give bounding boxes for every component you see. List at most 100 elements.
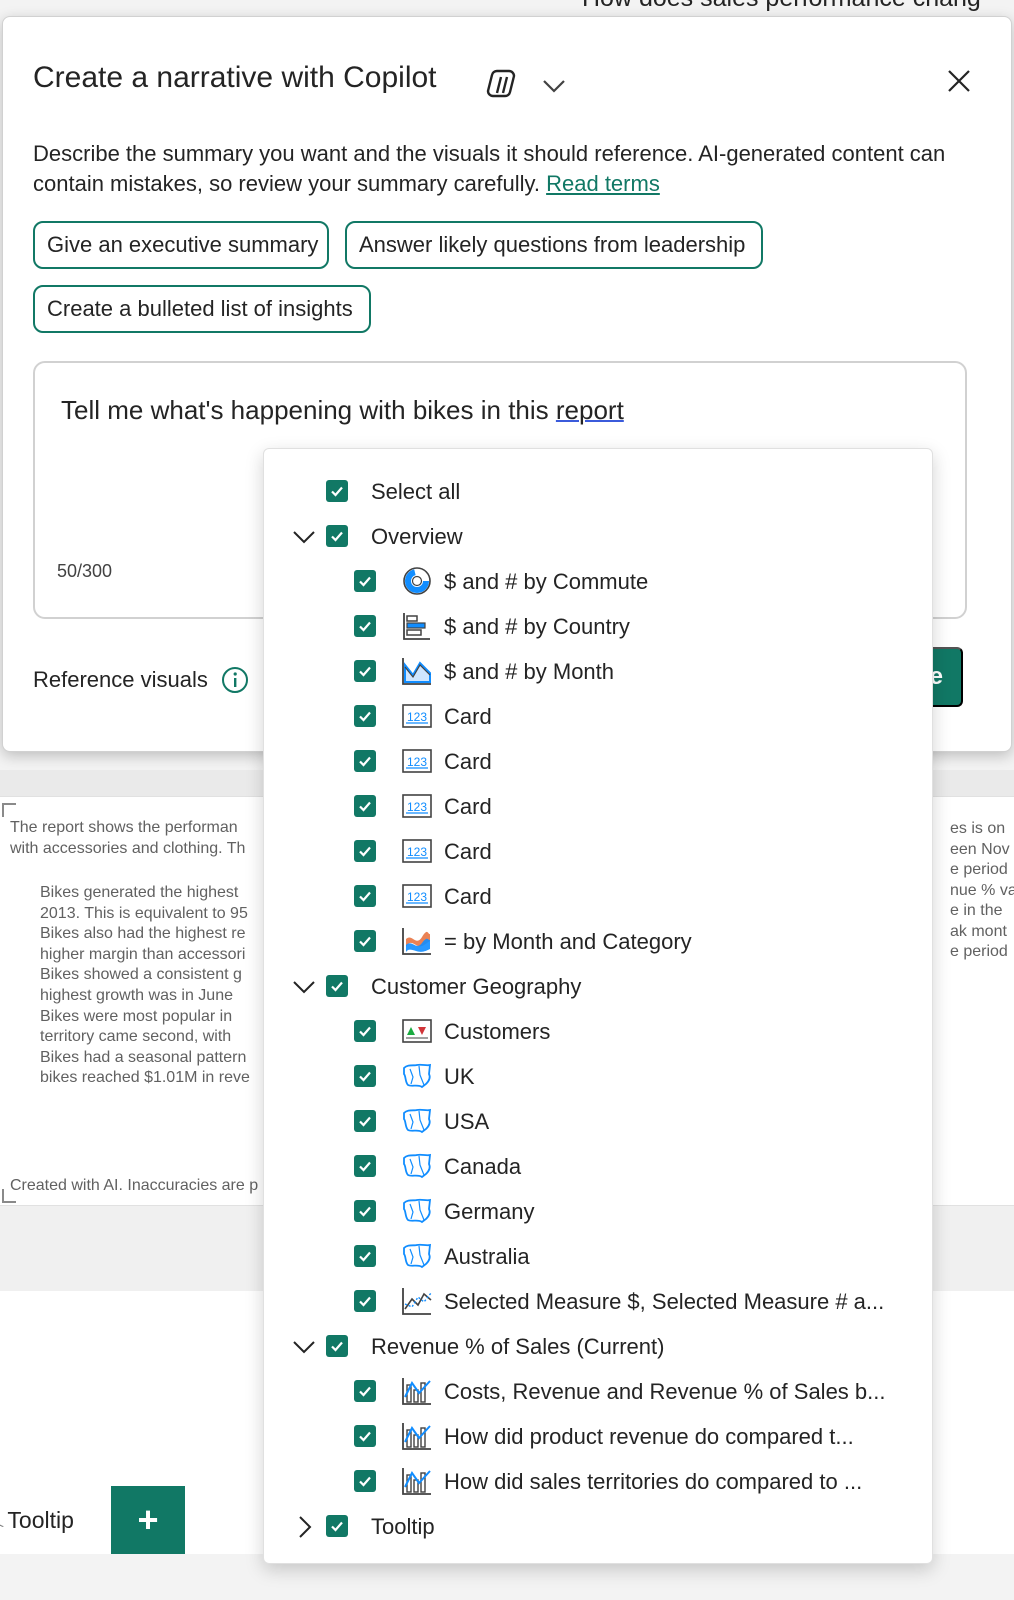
option-label: Costs, Revenue and Revenue % of Sales b.…: [444, 1379, 886, 1404]
svg-text:123: 123: [407, 800, 427, 814]
copilot-icon[interactable]: [485, 65, 523, 103]
close-button[interactable]: [941, 63, 977, 99]
ribbon-chart-icon: [400, 925, 434, 957]
visual-checkbox[interactable]: [354, 750, 376, 772]
combo-chart-icon: [400, 1465, 434, 1497]
list-item: Bikes also had the highest rehigher marg…: [40, 924, 270, 965]
close-icon: [948, 70, 970, 92]
visual-option[interactable]: $ and # by Country: [264, 606, 934, 646]
visual-option[interactable]: Costs, Revenue and Revenue % of Sales b.…: [264, 1371, 934, 1411]
visual-checkbox[interactable]: [354, 1065, 376, 1087]
option-label: Tooltip: [371, 1514, 435, 1539]
visual-option[interactable]: How did product revenue do compared t...: [264, 1416, 934, 1456]
visual-option[interactable]: 123 Card: [264, 741, 934, 781]
map-icon: [400, 1105, 434, 1137]
visual-option[interactable]: $ and # by Commute: [264, 561, 934, 601]
card-icon: 123: [400, 835, 434, 867]
group-checkbox[interactable]: [326, 1335, 348, 1357]
suggestion-bulleted-insights[interactable]: Create a bulleted list of insights: [33, 285, 371, 333]
svg-text:123: 123: [407, 710, 427, 724]
list-item: Bikes were most popular interritory came…: [40, 1007, 270, 1048]
select-all-option[interactable]: Select all: [264, 471, 934, 511]
suggestion-leadership-questions[interactable]: Answer likely questions from leadership: [345, 221, 763, 269]
summary-right-fragments: es is on een Nov e period nue % va e in …: [950, 820, 1014, 960]
visual-option[interactable]: UK: [264, 1056, 934, 1096]
reference-visuals-dropdown: Select all Overview $ and # by Commute $ an…: [263, 448, 933, 1564]
visual-option[interactable]: How did sales territories do compared to…: [264, 1461, 934, 1501]
option-label: How did product revenue do compared t...: [444, 1424, 854, 1449]
visual-checkbox[interactable]: [354, 930, 376, 952]
group-customer-geography[interactable]: Customer Geography: [264, 966, 934, 1006]
visual-option[interactable]: 123 Card: [264, 831, 934, 871]
prompt-text: Tell me what's happening with bikes in t…: [61, 395, 624, 425]
tab-tooltip[interactable]: ◟ Tooltip: [0, 1500, 74, 1540]
option-label: Australia: [444, 1244, 530, 1269]
option-label: Overview: [371, 524, 463, 549]
card-icon: 123: [400, 745, 434, 777]
option-label: Customers: [444, 1019, 551, 1044]
chevron-down-icon[interactable]: [292, 975, 316, 999]
visual-checkbox[interactable]: [354, 1470, 376, 1492]
visual-option[interactable]: Customers: [264, 1011, 934, 1051]
map-icon: [400, 1150, 434, 1182]
summary-bullets: Bikes generated the highest2013. This is…: [20, 883, 270, 1089]
visual-checkbox[interactable]: [354, 795, 376, 817]
chevron-down-icon[interactable]: [292, 1335, 316, 1359]
visual-checkbox[interactable]: [354, 705, 376, 727]
chevron-right-icon[interactable]: [292, 1515, 316, 1539]
option-label: Customer Geography: [371, 974, 582, 999]
group-tooltip[interactable]: Tooltip: [264, 1506, 934, 1546]
card-icon: 123: [400, 700, 434, 732]
visual-checkbox[interactable]: [354, 1020, 376, 1042]
visual-option[interactable]: = by Month and Category: [264, 921, 934, 961]
visual-option[interactable]: Canada: [264, 1146, 934, 1186]
visual-checkbox[interactable]: [354, 615, 376, 637]
combo-chart-icon: [400, 1375, 434, 1407]
select-all-checkbox[interactable]: [326, 480, 348, 502]
svg-text:123: 123: [407, 890, 427, 904]
read-terms-link[interactable]: Read terms: [546, 171, 660, 196]
visual-checkbox[interactable]: [354, 1245, 376, 1267]
visual-checkbox[interactable]: [354, 1155, 376, 1177]
group-checkbox[interactable]: [326, 1515, 348, 1537]
visual-checkbox[interactable]: [354, 840, 376, 862]
group-checkbox[interactable]: [326, 975, 348, 997]
visual-checkbox[interactable]: [354, 1110, 376, 1132]
visual-checkbox[interactable]: [354, 1425, 376, 1447]
suggestion-executive-summary[interactable]: Give an executive summary: [33, 221, 329, 269]
visual-checkbox[interactable]: [354, 1290, 376, 1312]
line-chart-icon: [400, 1285, 434, 1317]
option-label: $ and # by Country: [444, 614, 630, 639]
visual-checkbox[interactable]: [354, 1200, 376, 1222]
visual-option[interactable]: 123 Card: [264, 696, 934, 736]
visual-option[interactable]: Selected Measure $, Selected Measure # a…: [264, 1281, 934, 1321]
visual-option[interactable]: Australia: [264, 1236, 934, 1276]
group-checkbox[interactable]: [326, 525, 348, 547]
group-overview[interactable]: Overview: [264, 516, 934, 556]
report-title-fragment: How does sales performance chang: [582, 0, 981, 13]
map-icon: [400, 1195, 434, 1227]
dialog-title: Create a narrative with Copilot: [33, 61, 437, 94]
visual-corner-handle[interactable]: [2, 803, 16, 817]
visual-option[interactable]: 123 Card: [264, 786, 934, 826]
visual-option[interactable]: USA: [264, 1101, 934, 1141]
visual-option[interactable]: Germany: [264, 1191, 934, 1231]
option-label: $ and # by Month: [444, 659, 615, 684]
group-revenue-of-sales-current-[interactable]: Revenue % of Sales (Current): [264, 1326, 934, 1366]
list-item: Bikes had a seasonal patternbikes reache…: [40, 1048, 270, 1089]
info-icon[interactable]: [220, 665, 250, 695]
option-label: Card: [444, 884, 492, 909]
chevron-down-icon[interactable]: [292, 525, 316, 549]
visual-option[interactable]: $ and # by Month: [264, 651, 934, 691]
option-label: Germany: [444, 1199, 535, 1224]
visual-checkbox[interactable]: [354, 660, 376, 682]
visual-checkbox[interactable]: [354, 1380, 376, 1402]
option-label: Select all: [371, 479, 461, 504]
add-page-button[interactable]: +: [111, 1486, 185, 1554]
chevron-down-icon[interactable]: [541, 73, 567, 99]
visual-option[interactable]: 123 Card: [264, 876, 934, 916]
visual-checkbox[interactable]: [354, 570, 376, 592]
visual-checkbox[interactable]: [354, 885, 376, 907]
reference-visuals-label: Reference visuals: [33, 665, 250, 695]
kpi-icon: [400, 1015, 434, 1047]
